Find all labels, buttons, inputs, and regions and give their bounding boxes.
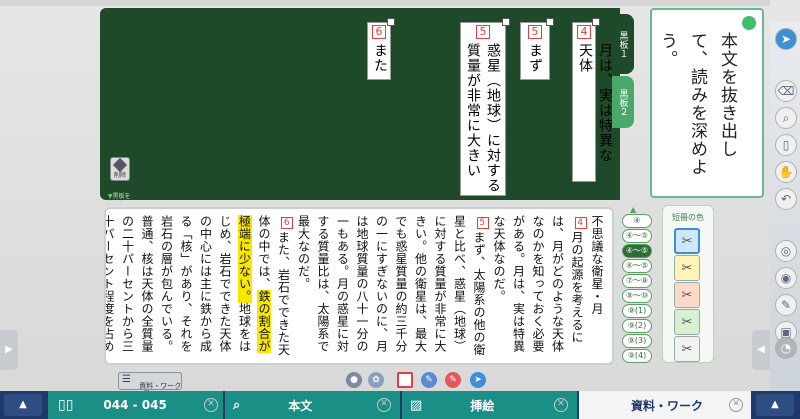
scissors-icon: ✂ [681,314,693,330]
paragraph-number: 5 [476,217,489,229]
palette-color-button[interactable]: ✂ [674,336,700,362]
eraser-tool-button[interactable]: ⌫ [775,80,797,102]
green-dot-icon [742,16,756,30]
paragraph-number: 6 [281,217,293,229]
card-number: 5 [476,25,490,39]
page-next-arrow[interactable]: ◀ [752,330,770,370]
card-close-icon[interactable] [546,18,554,26]
menu-up-button[interactable]: ▲ [4,394,42,416]
palette-color-button[interactable]: ✂ [674,255,700,281]
scissors-icon: ✂ [681,341,693,357]
passage-text: 不思議な衛星・月 4月の起源を考えるには、月がどのような天体なのかを知っておく必… [106,215,606,361]
card-close-icon[interactable] [502,18,510,26]
board-card-6[interactable]: 6 また [367,18,395,80]
share-button[interactable]: ◎ [775,240,797,262]
palette-title: 短冊の色 [672,213,704,222]
tab-material-label: 資料・ワーク [631,398,704,413]
paragraph-4[interactable]: 月の起源を考えるには、月がどのような天体なのかを知っておく必要がある。月は、実は… [492,215,584,353]
scissors-icon: ✂ [681,260,693,276]
undo-button[interactable]: ↶ [775,188,797,210]
hand-tool-button[interactable]: ✋ [775,161,797,183]
passage-panel: 不思議な衛星・月 4月の起源を考えるには、月がどのような天体なのかを知っておく必… [104,207,614,365]
card-number: 6 [372,25,386,39]
text-zoom-icon: ⌕ [233,397,241,413]
tab-illustration-label: 挿絵 [470,398,495,413]
paragraph-6[interactable]: 地球をはじめ、岩石でできた天体の中心には主に鉄から成る「核」があり、それを岩石の… [106,215,252,353]
material-list-button[interactable]: ☰資料・ワーク 一覧へ [118,372,182,398]
scissors-icon: ✂ [681,287,693,303]
screen: { "board": { "cards": [ {"num":"4","text… [0,0,800,419]
eraser-icon [112,157,128,173]
paragraph-chip[interactable]: ⑨(2) [622,319,652,333]
paragraph-chip[interactable]: ⑨〜⑩ [622,289,652,303]
paragraph-number: 4 [574,217,587,229]
list-icon: ☰ [122,374,131,385]
tab-board-2-label: 黒板２ [617,88,628,116]
erase-label: 削除 [113,172,126,179]
pointer-tool-button[interactable]: ➤ [775,28,797,50]
tab-text-label: 本文 [288,398,313,413]
tab-pages-close-icon[interactable]: ✕ [204,398,218,412]
board-card-5a[interactable]: 5 まず [520,18,554,80]
tab-material-close-icon[interactable]: ✕ [729,398,743,412]
paragraph-chip[interactable]: ④〜⑤ [622,229,652,243]
paragraph-chip[interactable]: ⑨(1) [622,304,652,318]
card-text: また [372,43,388,73]
card-close-icon[interactable] [387,18,395,26]
brush-tool-icon[interactable]: ✿ [368,372,384,388]
top-strip [0,0,770,6]
palette-color-button[interactable]: ✂ [674,282,700,308]
pen-tool-icon[interactable]: ✎ [421,372,437,388]
card-number: 5 [528,25,542,39]
camera-button[interactable]: ◉ [775,267,797,289]
tab-illustration-close-icon[interactable]: ✕ [554,398,568,412]
card-text: まず [527,43,543,73]
instruction-panel: 本文を抜き出して、読みを深めよう。 [650,8,764,198]
shape-tool-icon[interactable]: ● [346,372,362,388]
book-icon: ▯▯ [58,397,74,413]
edit-button[interactable]: ✎ [775,294,797,316]
zoom-area-button[interactable]: ⌕ [775,107,797,129]
rectangle-tool-icon[interactable] [397,372,413,388]
tab-board-1-label: 黒板１ [617,30,628,58]
paragraph-5[interactable]: まず、太陽系の他の衛星と比べ、惑星（地球）に対する質量が非常に大きい。他の衛星は… [297,215,487,356]
erase-button[interactable]: 削除 [110,157,130,181]
scissors-icon: ✂ [681,233,693,249]
right-up-button[interactable]: ▲ [756,394,794,416]
card-number: 4 [577,25,591,39]
chip-scroll-up[interactable]: ▲ [630,205,636,214]
cursor-tool-icon[interactable]: ➤ [470,372,486,388]
paragraph-chip[interactable]: ④〜⑤ [622,259,652,273]
book-view-button[interactable]: ▯ [775,134,797,156]
card-text: 月は、実は特異な天体 [577,43,613,163]
paragraph-chip[interactable]: ⑦〜⑧ [622,274,652,288]
tab-pages-label: 044 - 045 [103,398,167,412]
palette-color-button[interactable]: ✂ [674,309,700,335]
tab-text-close-icon[interactable]: ✕ [377,398,391,412]
board-card-4[interactable]: 4 月は、実は特異な天体 [572,18,613,182]
marker-tool-icon[interactable]: ✎ [445,372,461,388]
tab-illustration[interactable]: ▨ 挿絵 ✕ [402,391,577,419]
paragraph-chip[interactable]: ④ [622,214,652,228]
passage-heading: 不思議な衛星・月 [590,215,604,315]
tab-board-2[interactable]: 黒板２ [612,76,634,128]
tab-material[interactable]: 資料・ワーク ✕ [579,391,751,419]
page-prev-arrow[interactable]: ▶ [0,330,18,370]
tab-pages[interactable]: ▯▯ 044 - 045 ✕ [48,391,223,419]
image-icon: ▨ [410,397,423,413]
card-close-icon[interactable] [592,18,600,26]
palette-color-button[interactable]: ✂ [674,228,700,254]
paragraph-chip[interactable]: ④〜⑤ [622,244,652,258]
chat-icon[interactable]: ◔ [775,337,797,359]
paragraph-chip[interactable]: ⑨(3) [622,334,652,348]
board-card-5b[interactable]: 5 惑星（地球）に対する質量が非常に大きい [460,18,510,196]
expand-board-toggle[interactable]: ▼黒板を 広げる [106,186,138,207]
paragraph-chip[interactable]: ⑨(4) [622,349,652,363]
card-text: 惑星（地球）に対する質量が非常に大きい [465,43,501,193]
tab-board-1[interactable]: 黒板１ [612,14,634,74]
tab-text[interactable]: ⌕ 本文 ✕ [225,391,400,419]
instruction-text: 本文を抜き出して、読みを深めよう。 [657,32,737,176]
